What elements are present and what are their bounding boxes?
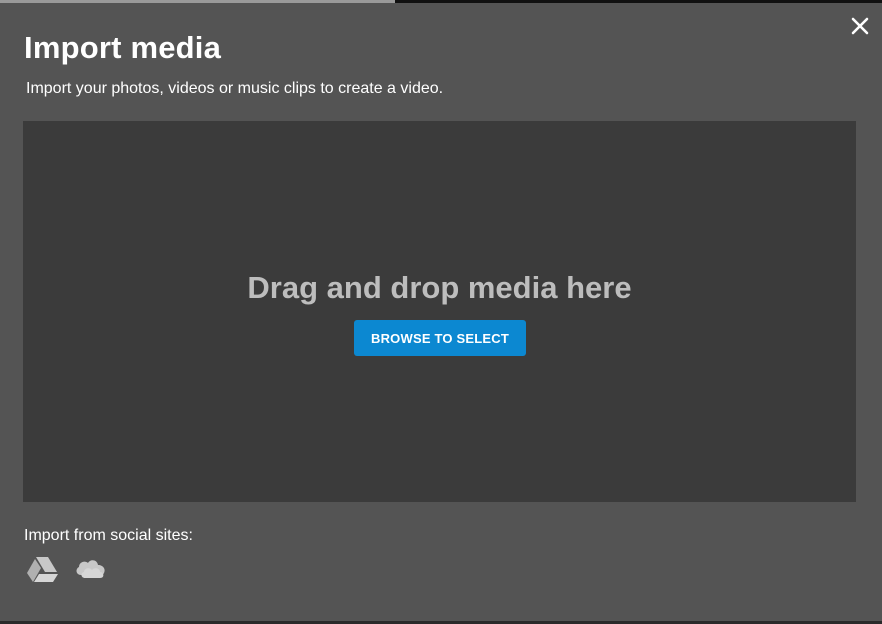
onedrive-icon (76, 560, 105, 578)
social-sites-label: Import from social sites: (24, 527, 193, 544)
dialog-subtitle: Import your photos, videos or music clip… (26, 80, 444, 97)
drop-zone[interactable]: Drag and drop media here BROWSE TO SELEC… (23, 121, 856, 502)
close-button[interactable] (846, 12, 874, 40)
browse-to-select-button[interactable]: BROWSE TO SELECT (354, 320, 526, 356)
dialog-title: Import media (24, 30, 222, 65)
close-icon (851, 17, 869, 35)
drop-zone-text: Drag and drop media here (247, 270, 632, 305)
import-media-dialog: Import media Import your photos, videos … (0, 3, 882, 621)
google-drive-button[interactable] (25, 554, 59, 584)
onedrive-button[interactable] (73, 554, 107, 584)
google-drive-icon (27, 557, 58, 582)
